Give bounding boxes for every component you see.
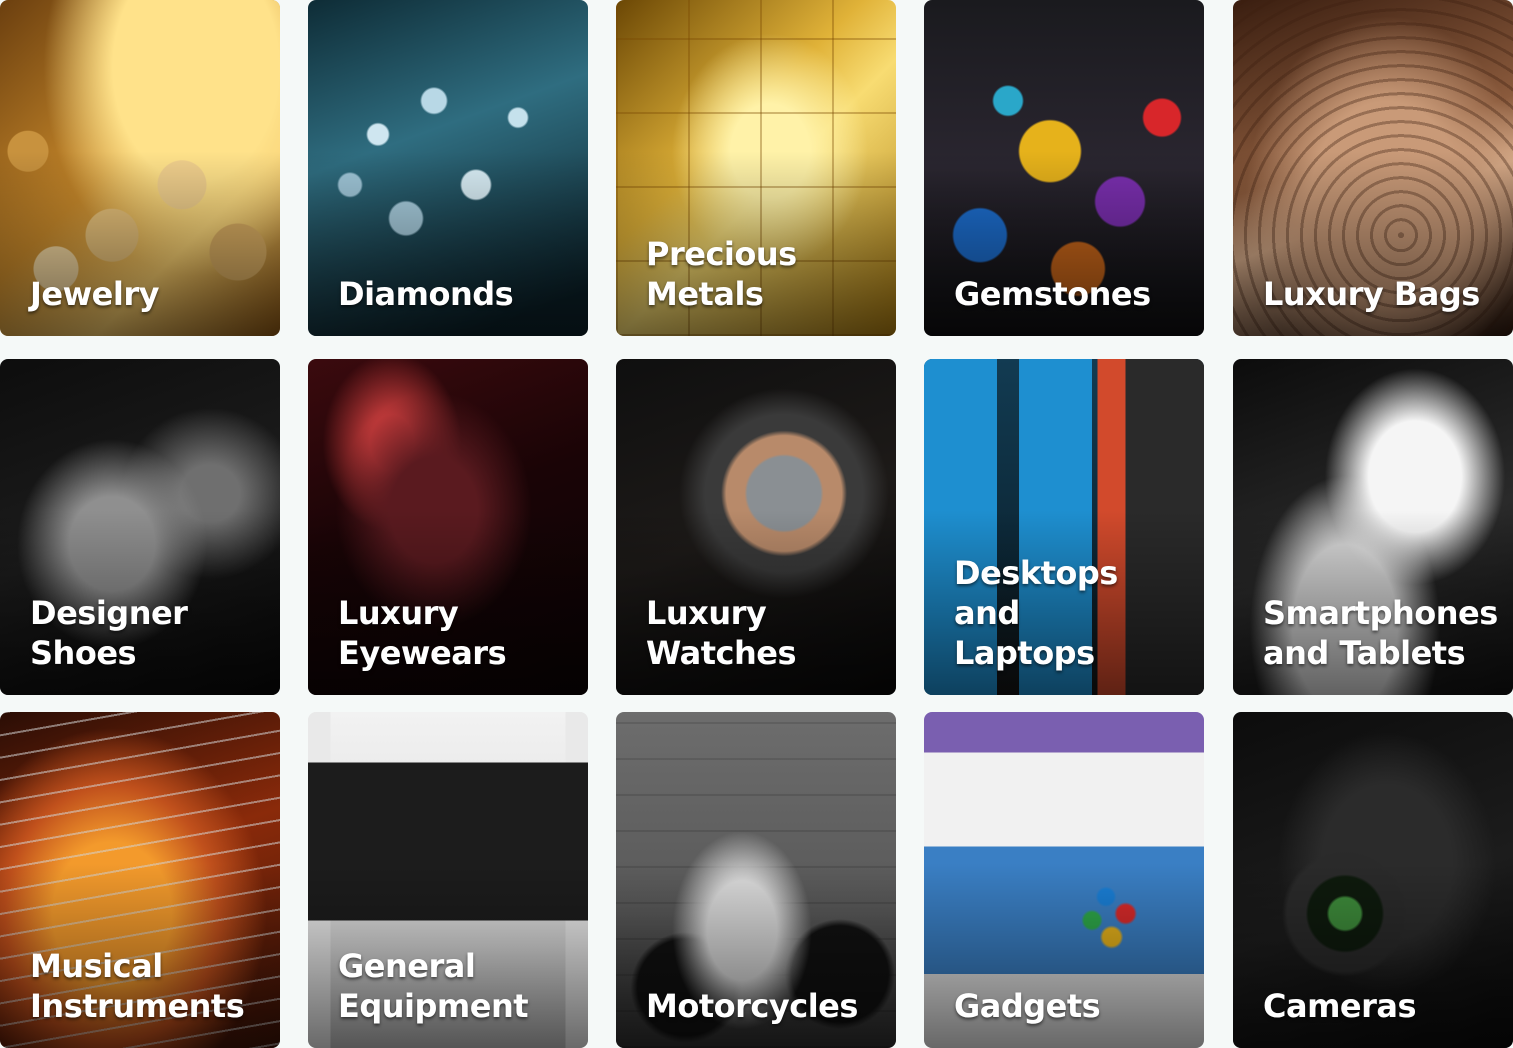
category-label: Diamonds — [338, 275, 514, 313]
category-tile-gadgets[interactable]: Gadgets — [924, 712, 1204, 1048]
category-label: Musical Instruments — [30, 947, 245, 1025]
category-tile-luxury-eyewears[interactable]: Luxury Eyewears — [308, 359, 588, 695]
category-label: Luxury Watches — [646, 594, 797, 672]
category-label: Cameras — [1263, 987, 1417, 1025]
category-label: Luxury Bags — [1263, 275, 1480, 313]
category-tile-smartphones-tablets[interactable]: Smartphones and Tablets — [1233, 359, 1513, 695]
category-tile-gemstones[interactable]: Gemstones — [924, 0, 1204, 336]
category-tile-diamonds[interactable]: Diamonds — [308, 0, 588, 336]
category-grid: Jewelry Diamonds Precious Metals Gemston… — [0, 0, 1513, 1048]
category-label: Gemstones — [954, 275, 1151, 313]
category-tile-designer-shoes[interactable]: Designer Shoes — [0, 359, 280, 695]
category-tile-cameras[interactable]: Cameras — [1233, 712, 1513, 1048]
category-tile-precious-metals[interactable]: Precious Metals — [616, 0, 896, 336]
category-label: Designer Shoes — [30, 594, 188, 672]
category-label: Gadgets — [954, 987, 1101, 1025]
category-label: General Equipment — [338, 947, 529, 1025]
category-label: Motorcycles — [646, 987, 858, 1025]
category-tile-general-equipment[interactable]: General Equipment — [308, 712, 588, 1048]
category-tile-motorcycles[interactable]: Motorcycles — [616, 712, 896, 1048]
category-tile-desktops-laptops[interactable]: Desktops and Laptops — [924, 359, 1204, 695]
category-label: Luxury Eyewears — [338, 594, 507, 672]
category-label: Smartphones and Tablets — [1263, 594, 1498, 672]
category-tile-luxury-bags[interactable]: Luxury Bags — [1233, 0, 1513, 336]
category-label: Jewelry — [30, 275, 159, 313]
category-tile-musical-instruments[interactable]: Musical Instruments — [0, 712, 280, 1048]
category-tile-luxury-watches[interactable]: Luxury Watches — [616, 359, 896, 695]
category-tile-jewelry[interactable]: Jewelry — [0, 0, 280, 336]
category-label: Desktops and Laptops — [954, 554, 1118, 672]
category-label: Precious Metals — [646, 235, 797, 313]
